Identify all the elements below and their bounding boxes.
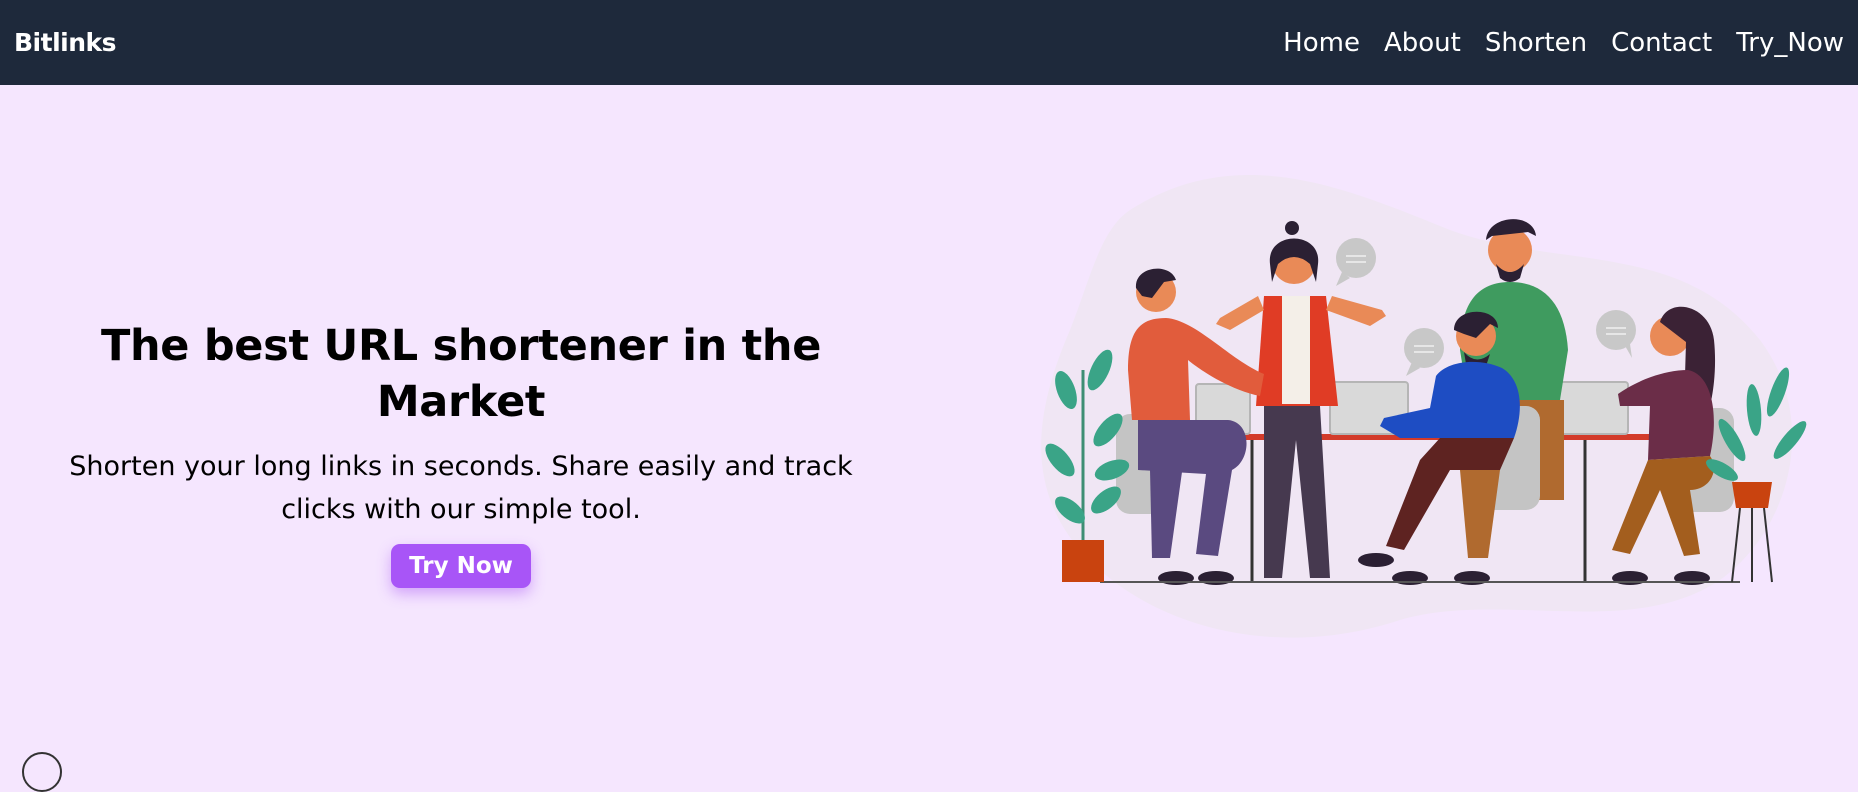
nav-link-contact[interactable]: Contact: [1611, 28, 1712, 58]
nav-link-try-now[interactable]: Try_Now: [1736, 28, 1844, 58]
hero-title: The best URL shortener in the Market: [100, 321, 822, 427]
hero-section: The best URL shortener in the Market Sho…: [30, 318, 892, 588]
try-now-button[interactable]: Try Now: [391, 544, 531, 588]
scroll-indicator-icon: [22, 752, 62, 792]
nav-links: Home About Shorten Contact Try_Now: [1283, 28, 1844, 58]
navbar: Bitlinks Home About Shorten Contact Try_…: [0, 0, 1858, 85]
nav-link-about[interactable]: About: [1384, 28, 1461, 58]
nav-link-shorten[interactable]: Shorten: [1485, 28, 1587, 58]
team-meeting-illustration: [1041, 174, 1807, 638]
hero-subtitle: Shorten your long links in seconds. Shar…: [69, 451, 853, 525]
nav-link-home[interactable]: Home: [1283, 28, 1360, 58]
brand-logo[interactable]: Bitlinks: [14, 28, 117, 57]
